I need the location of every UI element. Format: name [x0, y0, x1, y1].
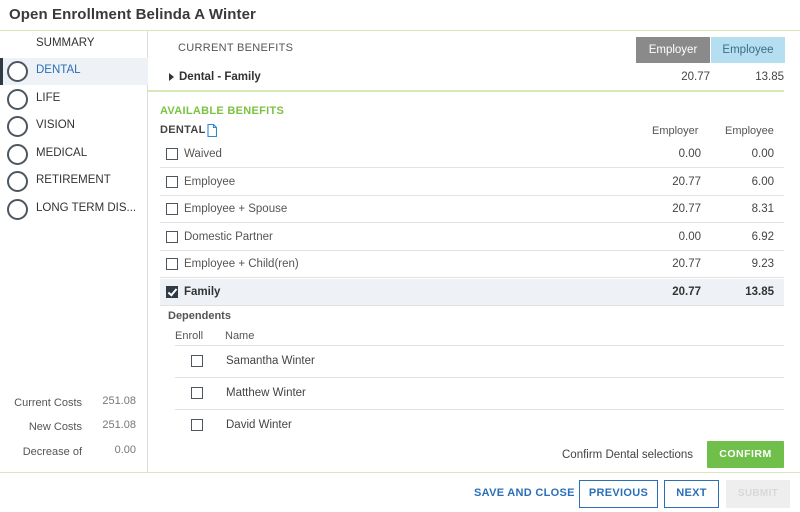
option-name: Employee [184, 176, 236, 188]
option-employee-cost: 0.00 [751, 148, 774, 160]
option-employee-cost: 8.31 [751, 203, 774, 215]
decrease-value: 0.00 [114, 444, 136, 456]
option-domestic-partner[interactable]: Domestic Partner 0.00 6.92 [160, 224, 784, 251]
option-employer-cost: 0.00 [678, 231, 701, 243]
option-name: Waived [184, 148, 222, 160]
checkbox[interactable] [191, 387, 203, 399]
dependent-name: David Winter [226, 419, 292, 431]
new-costs-value: 251.08 [102, 419, 136, 431]
progress-circle-icon [7, 61, 28, 82]
dependent-name: Samantha Winter [226, 355, 315, 367]
checkbox[interactable] [166, 176, 178, 188]
option-employee-cost: 9.23 [751, 258, 774, 270]
expand-arrow-icon[interactable] [169, 73, 174, 81]
option-employer-cost: 20.77 [672, 203, 701, 215]
option-name: Domestic Partner [184, 231, 273, 243]
option-employee-cost: 6.92 [751, 231, 774, 243]
option-family[interactable]: Family 20.77 13.85 [160, 279, 784, 306]
option-employee-cost: 6.00 [751, 176, 774, 188]
current-benefit-row[interactable]: Dental - Family 20.77 13.85 [148, 64, 784, 92]
sidebar-item-life[interactable]: LIFE [0, 86, 148, 113]
progress-circle-icon [7, 144, 28, 165]
sidebar: SUMMARY DENTAL LIFE VISION MEDICAL RETIR… [0, 31, 148, 472]
decrease: Decrease of 0.00 [0, 443, 148, 463]
submit-button[interactable]: SUBMIT [726, 480, 790, 508]
sidebar-item-retirement[interactable]: RETIREMENT [0, 168, 148, 195]
employee-column-label: Employee [725, 125, 774, 137]
progress-circle-icon [7, 116, 28, 137]
option-employer-cost: 0.00 [678, 148, 701, 160]
employer-column-label: Employer [652, 125, 699, 137]
confirm-button[interactable]: CONFIRM [707, 441, 784, 468]
dependent-row[interactable]: Matthew Winter [175, 377, 784, 409]
employee-column-header: Employee [711, 37, 785, 63]
current-benefit-name: Dental - Family [179, 71, 261, 83]
option-employee[interactable]: Employee 20.77 6.00 [160, 169, 784, 196]
previous-button[interactable]: PREVIOUS [579, 480, 658, 508]
next-button[interactable]: NEXT [664, 480, 719, 508]
page-title: Open Enrollment Belinda A Winter [9, 6, 256, 23]
checkbox[interactable] [166, 258, 178, 270]
sidebar-item-label: SUMMARY [36, 37, 95, 49]
progress-circle-icon [7, 171, 28, 192]
decrease-label: Decrease of [22, 446, 82, 458]
available-benefits-heading: AVAILABLE BENEFITS [160, 105, 285, 117]
dependents-title: Dependents [168, 310, 231, 322]
save-and-close-link[interactable]: SAVE AND CLOSE [474, 487, 575, 499]
page-header: Open Enrollment Belinda A Winter [0, 0, 800, 31]
new-costs: New Costs 251.08 [0, 418, 148, 438]
enroll-column-header: Enroll [175, 330, 204, 342]
sidebar-item-summary[interactable]: SUMMARY [0, 31, 148, 58]
option-employee-cost: 13.85 [745, 286, 774, 298]
option-employee-children[interactable]: Employee + Child(ren) 20.77 9.23 [160, 251, 784, 278]
current-costs: Current Costs 251.08 [0, 394, 148, 414]
employer-column-header: Employer [636, 37, 710, 63]
new-costs-label: New Costs [28, 421, 82, 433]
current-costs-value: 251.08 [102, 395, 136, 407]
checkbox[interactable] [166, 203, 178, 215]
sidebar-item-long-term-disability[interactable]: LONG TERM DIS... [0, 196, 148, 223]
option-employer-cost: 20.77 [672, 286, 701, 298]
dependents-section: Dependents Enroll Name Samantha Winter M… [160, 305, 784, 437]
main-panel: CURRENT BENEFITS Employer Employee Denta… [148, 31, 800, 472]
dependent-row[interactable]: David Winter [175, 409, 784, 441]
option-name: Employee + Child(ren) [184, 258, 299, 270]
sidebar-item-label: LONG TERM DIS... [36, 202, 137, 214]
sidebar-item-label: DENTAL [36, 64, 81, 76]
sidebar-item-vision[interactable]: VISION [0, 113, 148, 140]
current-employee-cost: 13.85 [755, 71, 784, 83]
option-name: Employee + Spouse [184, 203, 288, 215]
name-column-header: Name [225, 330, 255, 342]
dental-section-heading: DENTAL [160, 124, 206, 136]
progress-circle-icon [7, 199, 28, 220]
current-employer-cost: 20.77 [681, 71, 710, 83]
sidebar-item-label: MEDICAL [36, 147, 88, 159]
sidebar-item-label: RETIREMENT [36, 174, 111, 186]
sidebar-item-label: LIFE [36, 92, 61, 104]
option-employer-cost: 20.77 [672, 258, 701, 270]
option-name: Family [184, 286, 221, 298]
current-costs-label: Current Costs [14, 397, 82, 409]
sidebar-item-medical[interactable]: MEDICAL [0, 141, 148, 168]
dependent-name: Matthew Winter [226, 387, 306, 399]
option-employee-spouse[interactable]: Employee + Spouse 20.77 8.31 [160, 196, 784, 223]
checkbox[interactable] [166, 148, 178, 160]
checkbox[interactable] [191, 355, 203, 367]
document-icon[interactable] [207, 124, 217, 137]
option-employer-cost: 20.77 [672, 176, 701, 188]
current-benefits-heading: CURRENT BENEFITS [178, 42, 294, 54]
progress-circle-icon [7, 89, 28, 110]
option-waived[interactable]: Waived 0.00 0.00 [160, 141, 784, 168]
checkbox-checked[interactable] [166, 286, 178, 298]
current-benefits-header: CURRENT BENEFITS Employer Employee [148, 31, 800, 64]
checkbox[interactable] [191, 419, 203, 431]
footer-bar: SAVE AND CLOSE PREVIOUS NEXT SUBMIT [0, 472, 800, 512]
checkbox[interactable] [166, 231, 178, 243]
dependent-row[interactable]: Samantha Winter [175, 345, 784, 377]
sidebar-item-dental[interactable]: DENTAL [0, 58, 148, 85]
confirm-prompt: Confirm Dental selections [562, 449, 694, 461]
sidebar-item-label: VISION [36, 119, 75, 131]
